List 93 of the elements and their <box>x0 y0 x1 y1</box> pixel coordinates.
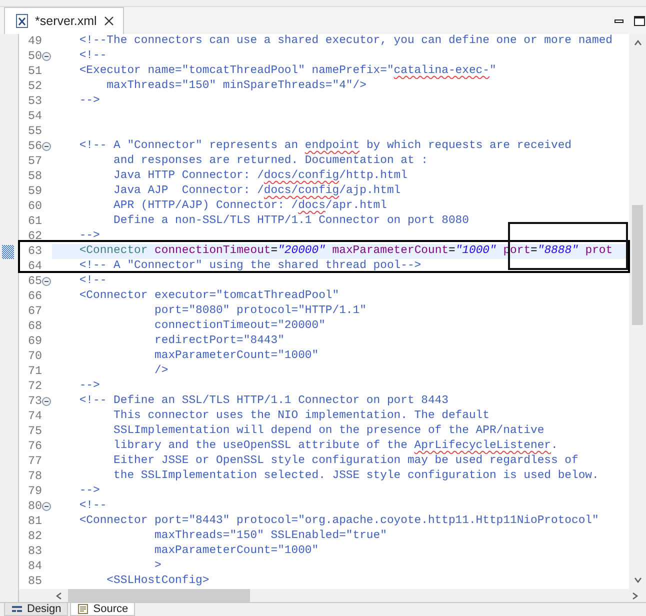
code-line: <!-- Define an SSL/TLS HTTP/1.1 Connector on port 8443 <box>78 395 448 407</box>
line-number: 72 <box>28 379 42 394</box>
line-number: 51 <box>28 64 42 79</box>
code-line: > <box>154 560 162 572</box>
code-line: --> <box>78 230 100 242</box>
editor-mode-tab[interactable]: Design <box>4 603 68 616</box>
line-number: 55 <box>28 124 42 139</box>
line-number: 70 <box>28 349 42 364</box>
code-line: Either JSSE or OpenSSL style configuration may be used regardless of <box>112 455 578 467</box>
code-line: the SSLImplementation selected. JSSE style configuration is used below. <box>112 470 599 482</box>
line-number: 82 <box>28 529 42 544</box>
scrollbar-thumb[interactable] <box>68 589 250 602</box>
line-number: 75 <box>28 424 42 439</box>
line-number: 83 <box>28 544 42 559</box>
code-line: --> <box>78 485 100 497</box>
line-number: 76 <box>28 439 42 454</box>
line-number: 69 <box>28 334 42 349</box>
line-number: 50 <box>28 49 42 64</box>
line-number: 73 <box>28 394 42 409</box>
code-line: redirectPort="8443" <box>154 335 284 347</box>
line-number: 58 <box>28 169 42 184</box>
line-number: 62 <box>28 229 42 244</box>
line-number: 56 <box>28 139 42 154</box>
line-number: 57 <box>28 154 42 169</box>
code-line: and responses are returned. Documentation at : <box>112 155 428 167</box>
line-number: 64 <box>28 259 42 274</box>
line-number: 74 <box>28 409 42 424</box>
line-number: 71 <box>28 364 42 379</box>
fold-icon[interactable] <box>42 52 51 61</box>
code-line: maxThreads="150" SSLEnabled="true" <box>154 530 387 542</box>
line-number: 53 <box>28 94 42 109</box>
fold-icon[interactable] <box>42 397 51 406</box>
code-line: <!-- A "Connector" represents an endpoint by which requests are received <box>78 140 572 152</box>
code-line: <!-- <box>78 500 107 512</box>
code-line: Java AJP Connector: /docs/config/ajp.html <box>112 185 401 197</box>
horizontal-scrollbar[interactable] <box>19 589 646 602</box>
editor-mode-tab[interactable]: Source <box>70 603 136 616</box>
scroll-left-icon[interactable] <box>54 590 64 600</box>
code-line: Java HTTP Connector: /docs/config/http.html <box>112 170 408 182</box>
document-icon <box>77 604 90 614</box>
code-line: library and the useOpenSSL attribute of the AprLifecycleListener. <box>112 440 558 452</box>
code-line: port="8080" protocol="HTTP/1.1" <box>154 305 366 317</box>
scroll-right-icon[interactable] <box>630 590 640 600</box>
code-line: <Connector port="8443" protocol="org.apache.coyote.http11.Http11NioProtocol" <box>78 515 599 527</box>
scroll-down-icon[interactable] <box>632 575 642 585</box>
line-number: 84 <box>28 559 42 574</box>
code-line: /> <box>154 365 168 377</box>
line-number: 63 <box>28 244 42 259</box>
line-number: 81 <box>28 514 42 529</box>
line-number: 52 <box>28 79 42 94</box>
line-number: 61 <box>28 214 42 229</box>
line-number: 78 <box>28 469 42 484</box>
tab-label: *server.xml <box>35 14 97 28</box>
code-line: maxParameterCount="1000" <box>154 545 319 557</box>
code-line: maxParameterCount="1000" <box>154 350 319 362</box>
scroll-up-icon[interactable] <box>632 38 642 48</box>
code-line: <!--The connectors can use a shared executor, you can define one or more named <box>78 35 613 47</box>
layout-icon <box>11 605 23 613</box>
code-line: <Executor name="tomcatThreadPool" namePrefix="catalina-exec-" <box>78 65 496 77</box>
fold-icon[interactable] <box>42 142 51 151</box>
code-line: connectionTimeout="20000" <box>154 320 326 332</box>
code-line: Define a non-SSL/TLS HTTP/1.1 Connector on port 8080 <box>112 215 469 227</box>
code-line: APR (HTTP/AJP) Connector: /docs/apr.html <box>112 200 387 212</box>
code-line: <SSLHostConfig> <box>106 575 210 587</box>
line-number: 54 <box>28 109 42 124</box>
fold-icon[interactable] <box>42 502 51 511</box>
code-line: This connector uses the NIO implementation. The default <box>112 410 490 422</box>
xml-file-icon <box>15 13 29 29</box>
current-line-marker-icon <box>2 244 14 258</box>
line-number: 68 <box>28 319 42 334</box>
line-number: 49 <box>28 34 42 49</box>
line-number: 77 <box>28 454 42 469</box>
editor-tab[interactable]: *server.xml <box>4 7 124 34</box>
line-number: 65 <box>28 274 42 289</box>
code-line: <!-- A "Connector" using the shared thread pool--> <box>78 260 422 272</box>
line-number: 80 <box>28 499 42 514</box>
code-line: <!-- <box>78 50 107 62</box>
code-line: --> <box>78 95 100 107</box>
code-line: <!-- <box>78 275 107 287</box>
code-line: maxThreads="150" minSpareThreads="4"/> <box>106 80 366 92</box>
line-number: 85 <box>28 574 42 589</box>
line-number: 60 <box>28 199 42 214</box>
code-line: --> <box>78 380 100 392</box>
line-number: 59 <box>28 184 42 199</box>
maximize-icon[interactable] <box>633 14 646 26</box>
code-line: <Connector executor="tomcatThreadPool" <box>78 290 340 302</box>
line-number: 66 <box>28 289 42 304</box>
line-number: 79 <box>28 484 42 499</box>
code-line: SSLImplementation will depend on the presence of the APR/native <box>112 425 544 437</box>
fold-icon[interactable] <box>42 277 51 286</box>
close-icon[interactable] <box>102 15 115 27</box>
line-number: 67 <box>28 304 42 319</box>
scrollbar-thumb[interactable] <box>632 205 643 325</box>
